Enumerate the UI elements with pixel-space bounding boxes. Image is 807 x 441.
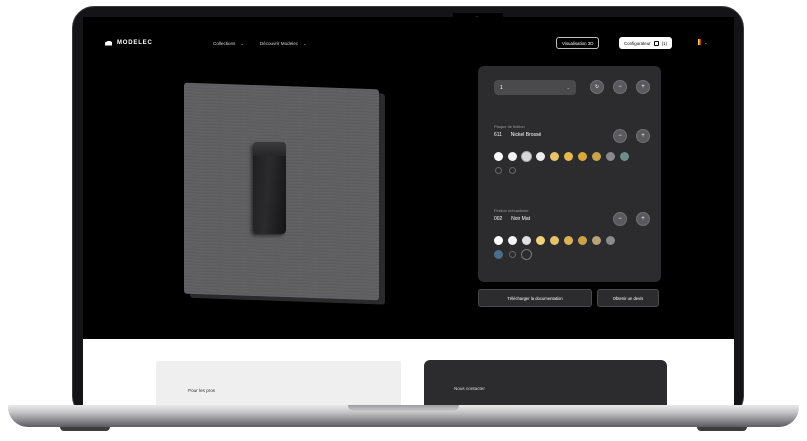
main-menu: Collections ⌄ Découvrir Modelec ⌄ xyxy=(213,41,306,46)
rotate-icon: ↻ xyxy=(594,83,600,90)
gang-select-value: 1 xyxy=(500,84,503,91)
lower-section: Pour les pros Nous contacter xyxy=(83,339,734,409)
contact-card[interactable]: Nous contacter xyxy=(424,360,667,409)
language-selector[interactable]: ⌄ xyxy=(698,39,707,45)
plate-swatch[interactable] xyxy=(578,152,587,161)
cart-icon xyxy=(653,40,659,46)
mechanism-swatch[interactable] xyxy=(592,236,601,245)
brand-logo[interactable]: MODELEC xyxy=(105,40,153,46)
rotate-button[interactable]: ↻ xyxy=(590,80,604,94)
flag-icon xyxy=(698,39,701,45)
mechanism-swatch[interactable] xyxy=(606,236,615,245)
plate-swatch-empty[interactable] xyxy=(495,167,502,174)
visualisation-3d-button[interactable]: Visualisation 3D xyxy=(556,37,600,49)
plate-swatch[interactable] xyxy=(620,152,629,161)
minus-icon: − xyxy=(618,84,622,90)
brand-name: MODELEC xyxy=(117,40,153,46)
mechanism-swatch[interactable] xyxy=(494,250,503,259)
switch-rocker xyxy=(253,142,286,234)
mechanism-code: 002 xyxy=(494,216,503,222)
plate-swatch[interactable] xyxy=(564,152,573,161)
minus-icon: − xyxy=(618,133,622,139)
gang-select[interactable]: 1 ⌄ xyxy=(494,80,576,95)
configurateur-label: Configurateur xyxy=(624,40,651,46)
plate-section-label: Plaque de finition xyxy=(494,124,525,129)
download-documentation-button[interactable]: Télécharger la documentation xyxy=(478,289,592,307)
plate-code: 611 xyxy=(494,132,502,138)
contact-card-title: Nous contacter xyxy=(454,386,485,391)
chevron-down-icon: ⌄ xyxy=(704,39,708,45)
request-quote-button[interactable]: Obtenir un devis xyxy=(597,289,659,307)
plate-swatch[interactable] xyxy=(494,152,503,161)
pros-card[interactable]: Pour les pros xyxy=(156,361,401,409)
mechanism-swatch[interactable] xyxy=(494,236,503,245)
menu-item-collections[interactable]: Collections ⌄ xyxy=(213,41,244,46)
mechanism-next-icon: + xyxy=(641,216,645,222)
mechanism-swatch-empty[interactable] xyxy=(509,251,516,258)
laptop-foot-right xyxy=(697,427,747,431)
mechanism-name: Noir Mat xyxy=(511,216,531,222)
increase-button[interactable]: + xyxy=(636,80,650,94)
plate-next-icon: + xyxy=(641,133,645,139)
plate-swatch[interactable] xyxy=(550,152,559,161)
chevron-down-icon: ⌄ xyxy=(566,85,570,90)
plate-swatch-selected[interactable] xyxy=(522,152,531,161)
configurateur-button[interactable]: Configurateur (1) xyxy=(619,37,672,49)
mechanism-section-label: Finition mécanisme xyxy=(494,208,529,213)
plate-swatch[interactable] xyxy=(606,152,615,161)
mechanism-next-button[interactable]: + xyxy=(636,212,650,226)
mechanism-swatch[interactable] xyxy=(564,236,573,245)
plate-name: Nickel Brossé xyxy=(510,132,542,138)
pros-card-title: Pour les pros xyxy=(188,388,216,393)
plate-section-value: 611 Nickel Brossé xyxy=(494,132,541,138)
mechanism-section-value: 002 Noir Mat xyxy=(494,216,530,222)
mechanism-swatch[interactable] xyxy=(508,236,517,245)
visualisation-label: Visualisation 3D xyxy=(562,40,594,46)
rocker-top xyxy=(253,142,286,156)
mechanism-swatch-selected[interactable] xyxy=(521,249,532,260)
top-navigation: MODELEC Collections ⌄ Découvrir Modelec … xyxy=(83,37,734,57)
menu-item-label: Collections xyxy=(213,41,236,46)
mechanism-swatch[interactable] xyxy=(578,236,587,245)
laptop-foot-left xyxy=(60,427,110,431)
plate-swatch[interactable] xyxy=(592,152,601,161)
download-label: Télécharger la documentation xyxy=(507,295,563,301)
mechanism-swatch[interactable] xyxy=(522,236,531,245)
laptop-screen: MODELEC Collections ⌄ Découvrir Modelec … xyxy=(83,17,734,409)
chevron-down-icon: ⌄ xyxy=(240,41,244,46)
chevron-down-icon: ⌄ xyxy=(303,41,307,46)
mechanism-swatch[interactable] xyxy=(550,236,559,245)
plate-swatch[interactable] xyxy=(508,152,517,161)
cart-count: (1) xyxy=(661,40,667,46)
minus-icon: − xyxy=(618,216,622,222)
plate-prev-button[interactable]: − xyxy=(613,129,627,143)
plate-swatch-empty[interactable] xyxy=(509,167,516,174)
logo-icon xyxy=(105,40,112,46)
mechanism-prev-button[interactable]: − xyxy=(613,212,627,226)
mechanism-swatch[interactable] xyxy=(536,236,545,245)
devis-label: Obtenir un devis xyxy=(612,295,644,301)
plate-next-button[interactable]: + xyxy=(636,129,650,143)
menu-item-decouvrir[interactable]: Découvrir Modelec ⌄ xyxy=(260,41,307,46)
laptop-base xyxy=(8,405,799,427)
configuration-panel: 1 ⌄ ↻ − + Plaque de finition 611 Nickel … xyxy=(478,66,661,282)
decrease-button[interactable]: − xyxy=(613,80,627,94)
menu-item-label: Découvrir Modelec xyxy=(259,41,299,46)
trackpad-notch xyxy=(348,405,459,411)
plus-icon: + xyxy=(641,84,645,90)
plate-swatch[interactable] xyxy=(536,152,545,161)
